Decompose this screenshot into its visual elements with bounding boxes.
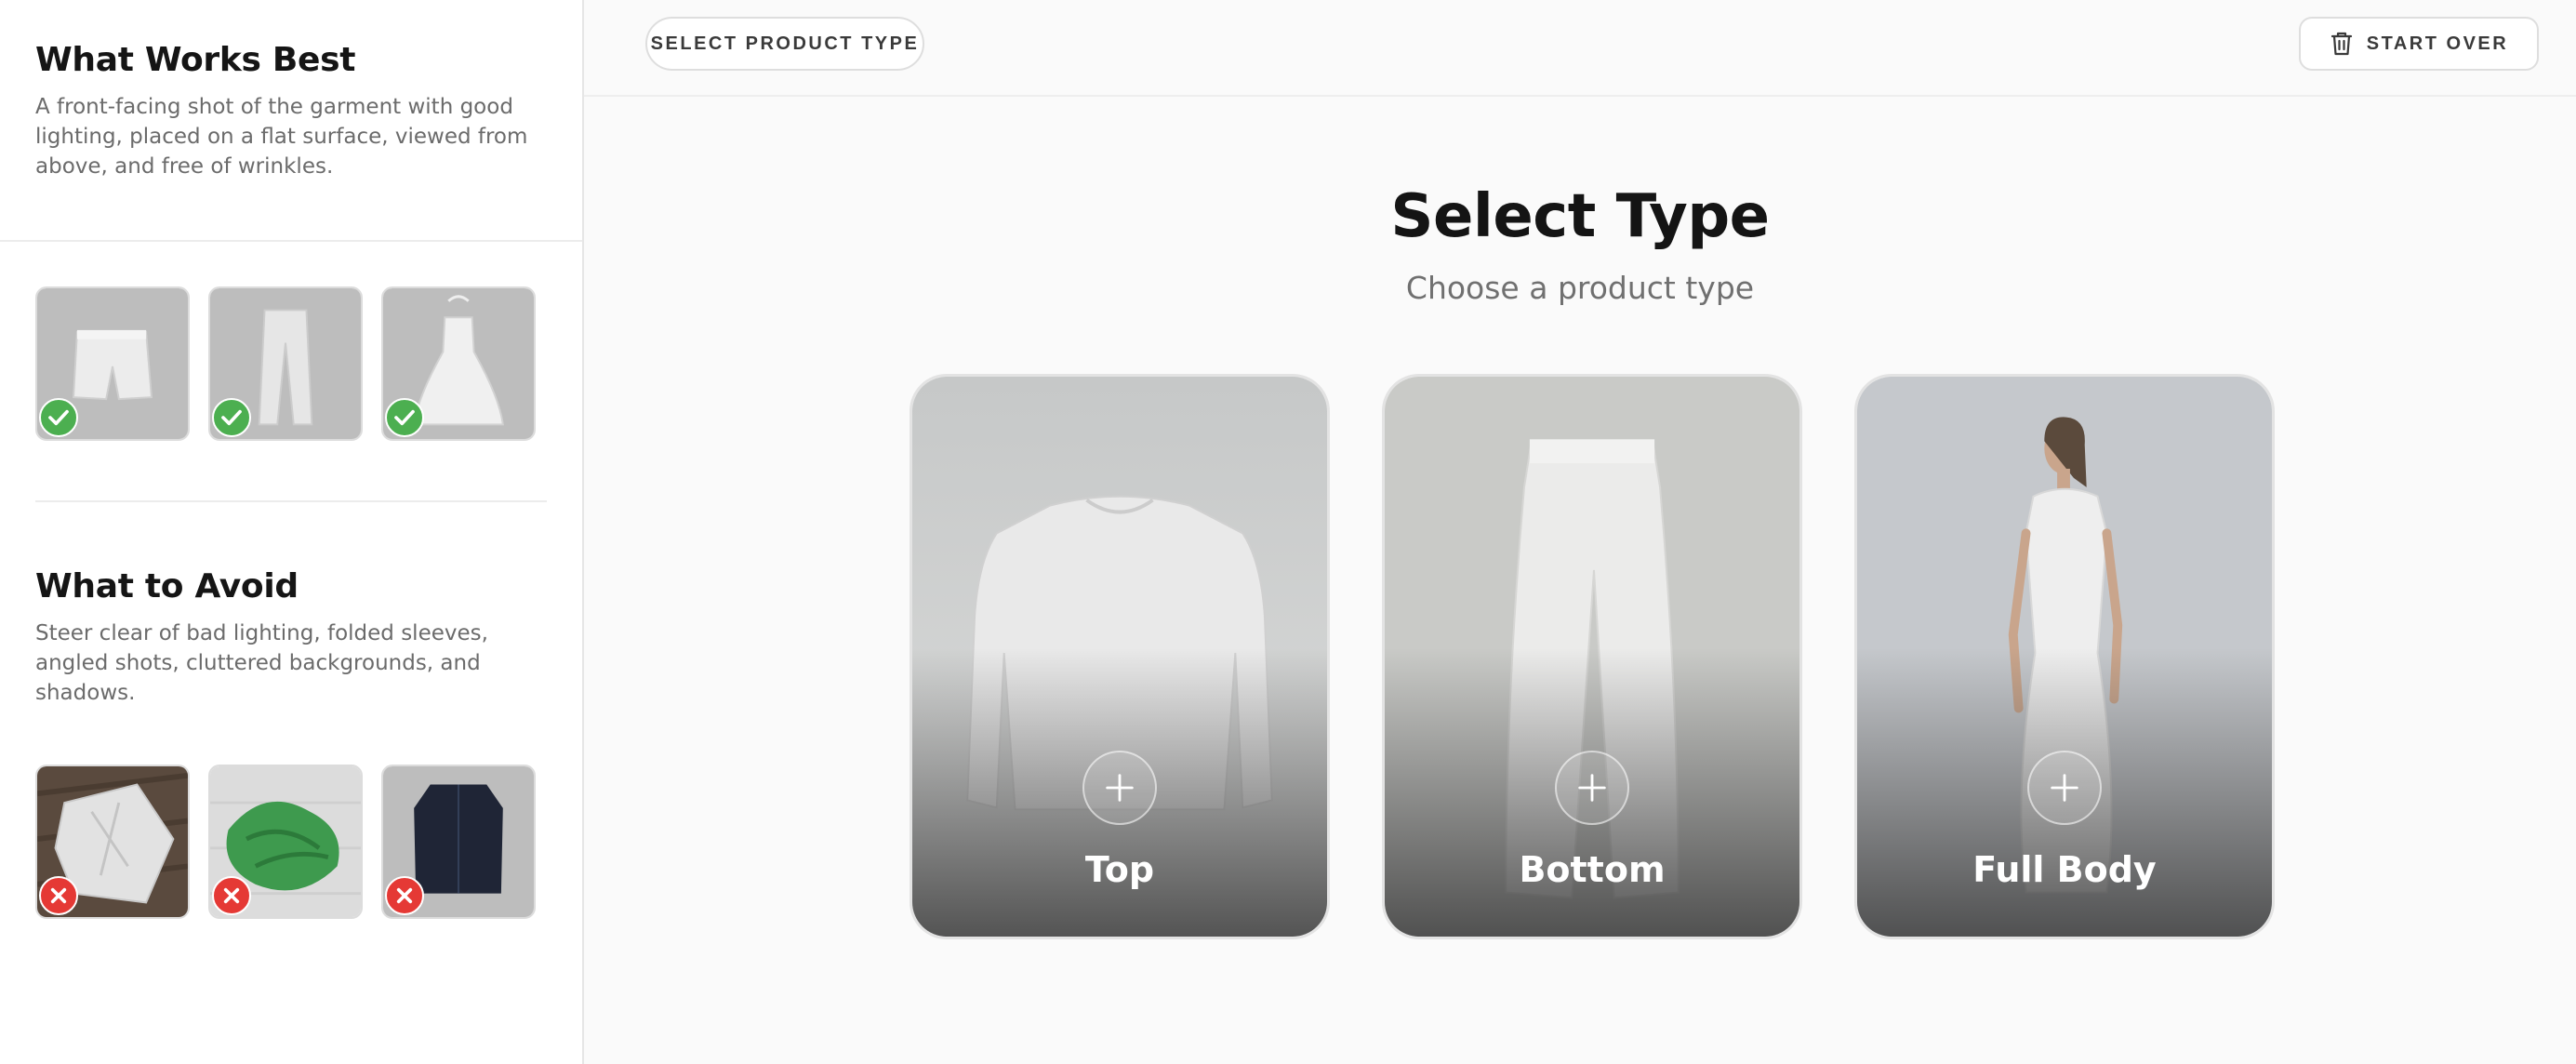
best-examples <box>0 286 582 441</box>
page-title: Select Type <box>1390 182 1770 251</box>
check-icon <box>39 398 78 437</box>
card-label-bottom: Bottom <box>1519 849 1666 890</box>
check-icon <box>212 398 251 437</box>
avoid-section: What to Avoid Steer clear of bad lightin… <box>0 502 582 765</box>
example-trousers <box>208 286 363 441</box>
plus-icon[interactable] <box>1555 751 1629 825</box>
avoid-examples <box>0 765 582 919</box>
main-panel: SELECT PRODUCT TYPE START OVER Select Ty… <box>584 0 2576 1064</box>
example-crumpled-shirt <box>35 765 190 919</box>
select-product-type-button[interactable]: SELECT PRODUCT TYPE <box>645 17 924 71</box>
card-bottom[interactable]: Bottom <box>1382 374 1802 939</box>
sidebar: What Works Best A front-facing shot of t… <box>0 0 584 1064</box>
product-type-cards: Top Bottom Full Body <box>910 374 2275 939</box>
plus-icon[interactable] <box>2027 751 2102 825</box>
best-description: A front-facing shot of the garment with … <box>35 95 528 179</box>
avoid-description: Steer clear of bad lighting, folded slee… <box>35 621 488 705</box>
example-dark-jacket <box>381 765 536 919</box>
top-bar: SELECT PRODUCT TYPE START OVER <box>584 0 2576 97</box>
check-icon <box>385 398 424 437</box>
app-root: What Works Best A front-facing shot of t… <box>0 0 2576 1064</box>
example-shorts <box>35 286 190 441</box>
best-section: What Works Best A front-facing shot of t… <box>0 0 582 240</box>
card-full-body[interactable]: Full Body <box>1854 374 2275 939</box>
trash-icon <box>2330 32 2352 56</box>
avoid-title: What to Avoid <box>35 567 299 605</box>
card-label-top: Top <box>1084 849 1155 890</box>
close-icon <box>212 876 251 915</box>
close-icon <box>39 876 78 915</box>
example-green-garment <box>208 765 363 919</box>
close-icon <box>385 876 424 915</box>
sidebar-divider <box>0 240 582 242</box>
card-top[interactable]: Top <box>910 374 1330 939</box>
start-over-label: START OVER <box>2366 33 2509 54</box>
plus-icon[interactable] <box>1082 751 1157 825</box>
page-subtitle: Choose a product type <box>1405 270 1755 306</box>
card-label-full-body: Full Body <box>1972 849 2157 890</box>
start-over-button[interactable]: START OVER <box>2299 17 2539 71</box>
best-title: What Works Best <box>35 41 356 79</box>
example-dress <box>381 286 536 441</box>
